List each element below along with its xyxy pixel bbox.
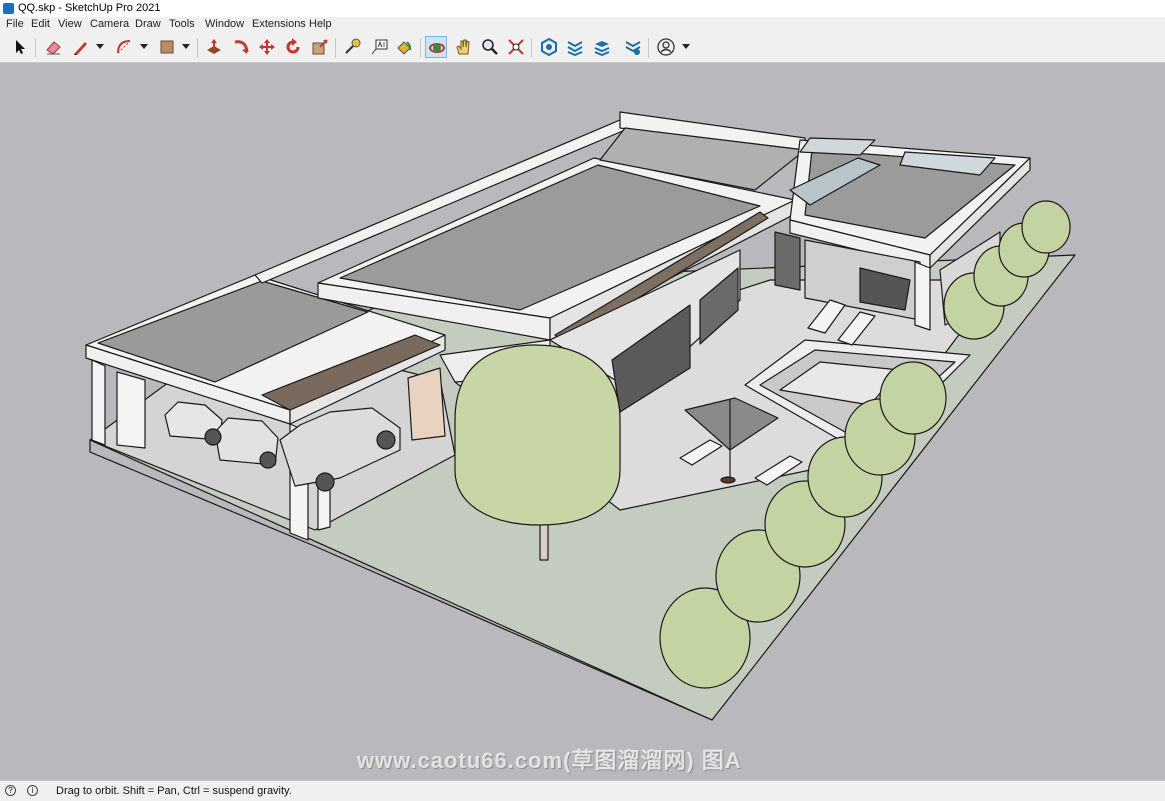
paint-bucket-icon bbox=[397, 41, 412, 55]
hand-icon bbox=[456, 39, 470, 55]
follow-me-icon bbox=[234, 40, 249, 54]
arc-tool[interactable] bbox=[113, 36, 135, 58]
pencil-icon bbox=[74, 42, 87, 55]
model-viewport[interactable] bbox=[0, 63, 1165, 780]
menu-window[interactable]: Window bbox=[205, 18, 244, 30]
account-tool[interactable] bbox=[655, 36, 677, 58]
move-icon bbox=[259, 39, 275, 55]
line-tool[interactable] bbox=[70, 36, 92, 58]
scale-icon bbox=[312, 39, 328, 55]
eraser-icon bbox=[46, 41, 61, 55]
extension-manager-icon bbox=[625, 41, 641, 55]
arrow-cursor-icon bbox=[16, 40, 25, 54]
menu-edit[interactable]: Edit bbox=[31, 18, 50, 30]
paint-bucket-tool[interactable] bbox=[393, 36, 415, 58]
warehouse-tool[interactable] bbox=[538, 36, 560, 58]
rotate-tool[interactable] bbox=[282, 36, 304, 58]
tape-measure-icon bbox=[345, 38, 361, 54]
eraser-tool[interactable] bbox=[42, 36, 64, 58]
user-account-icon bbox=[657, 38, 675, 56]
menu-extensions[interactable]: Extensions bbox=[252, 18, 306, 30]
orbit-tool[interactable] bbox=[425, 36, 447, 58]
sketchup-logo-icon bbox=[3, 3, 14, 14]
menu-help[interactable]: Help bbox=[309, 18, 332, 30]
menu-tools[interactable]: Tools bbox=[169, 18, 195, 30]
pan-tool[interactable] bbox=[452, 36, 474, 58]
status-message: Drag to orbit. Shift = Pan, Ctrl = suspe… bbox=[56, 785, 292, 797]
text-label-icon bbox=[371, 39, 388, 55]
window-title: QQ.skp - SketchUp Pro 2021 bbox=[18, 2, 161, 14]
extension-warehouse-icon bbox=[567, 41, 583, 56]
layers-icon bbox=[594, 41, 610, 56]
extension-warehouse-tool[interactable] bbox=[564, 36, 586, 58]
layout-tool[interactable] bbox=[591, 36, 613, 58]
menu-file[interactable]: File bbox=[6, 18, 24, 30]
help-icon[interactable]: ? bbox=[5, 785, 16, 796]
title-bar: QQ.skp - SketchUp Pro 2021 bbox=[0, 0, 1165, 17]
menu-bar: File Edit View Camera Draw Tools Window … bbox=[0, 17, 1165, 32]
menu-camera[interactable]: Camera bbox=[90, 18, 129, 30]
warehouse-icon bbox=[541, 38, 557, 56]
tape-measure-tool[interactable] bbox=[341, 36, 363, 58]
rectangle-icon bbox=[160, 40, 174, 54]
menu-view[interactable]: View bbox=[58, 18, 82, 30]
rotate-icon bbox=[286, 38, 300, 54]
magnifier-icon bbox=[482, 39, 498, 55]
arc-icon bbox=[117, 40, 131, 54]
3d-model-scene bbox=[85, 111, 1076, 721]
push-pull-tool[interactable] bbox=[203, 36, 225, 58]
follow-me-tool[interactable] bbox=[230, 36, 252, 58]
extension-manager-tool[interactable] bbox=[622, 36, 644, 58]
watermark-text: www.caotu66.com(草图溜溜网) 图A bbox=[357, 748, 742, 773]
zoom-extents-tool[interactable] bbox=[505, 36, 527, 58]
select-tool[interactable] bbox=[9, 36, 31, 58]
text-tool[interactable] bbox=[368, 36, 390, 58]
zoom-tool[interactable] bbox=[479, 36, 501, 58]
info-icon[interactable]: i bbox=[27, 785, 38, 796]
move-tool[interactable] bbox=[256, 36, 278, 58]
scale-tool[interactable] bbox=[309, 36, 331, 58]
zoom-extents-icon bbox=[508, 39, 524, 55]
status-bar: ? i Drag to orbit. Shift = Pan, Ctrl = s… bbox=[0, 780, 1165, 801]
orbit-icon bbox=[429, 43, 445, 53]
shape-tool[interactable] bbox=[156, 36, 178, 58]
push-pull-icon bbox=[207, 39, 221, 54]
menu-draw[interactable]: Draw bbox=[135, 18, 161, 30]
toolbar bbox=[0, 32, 1165, 63]
